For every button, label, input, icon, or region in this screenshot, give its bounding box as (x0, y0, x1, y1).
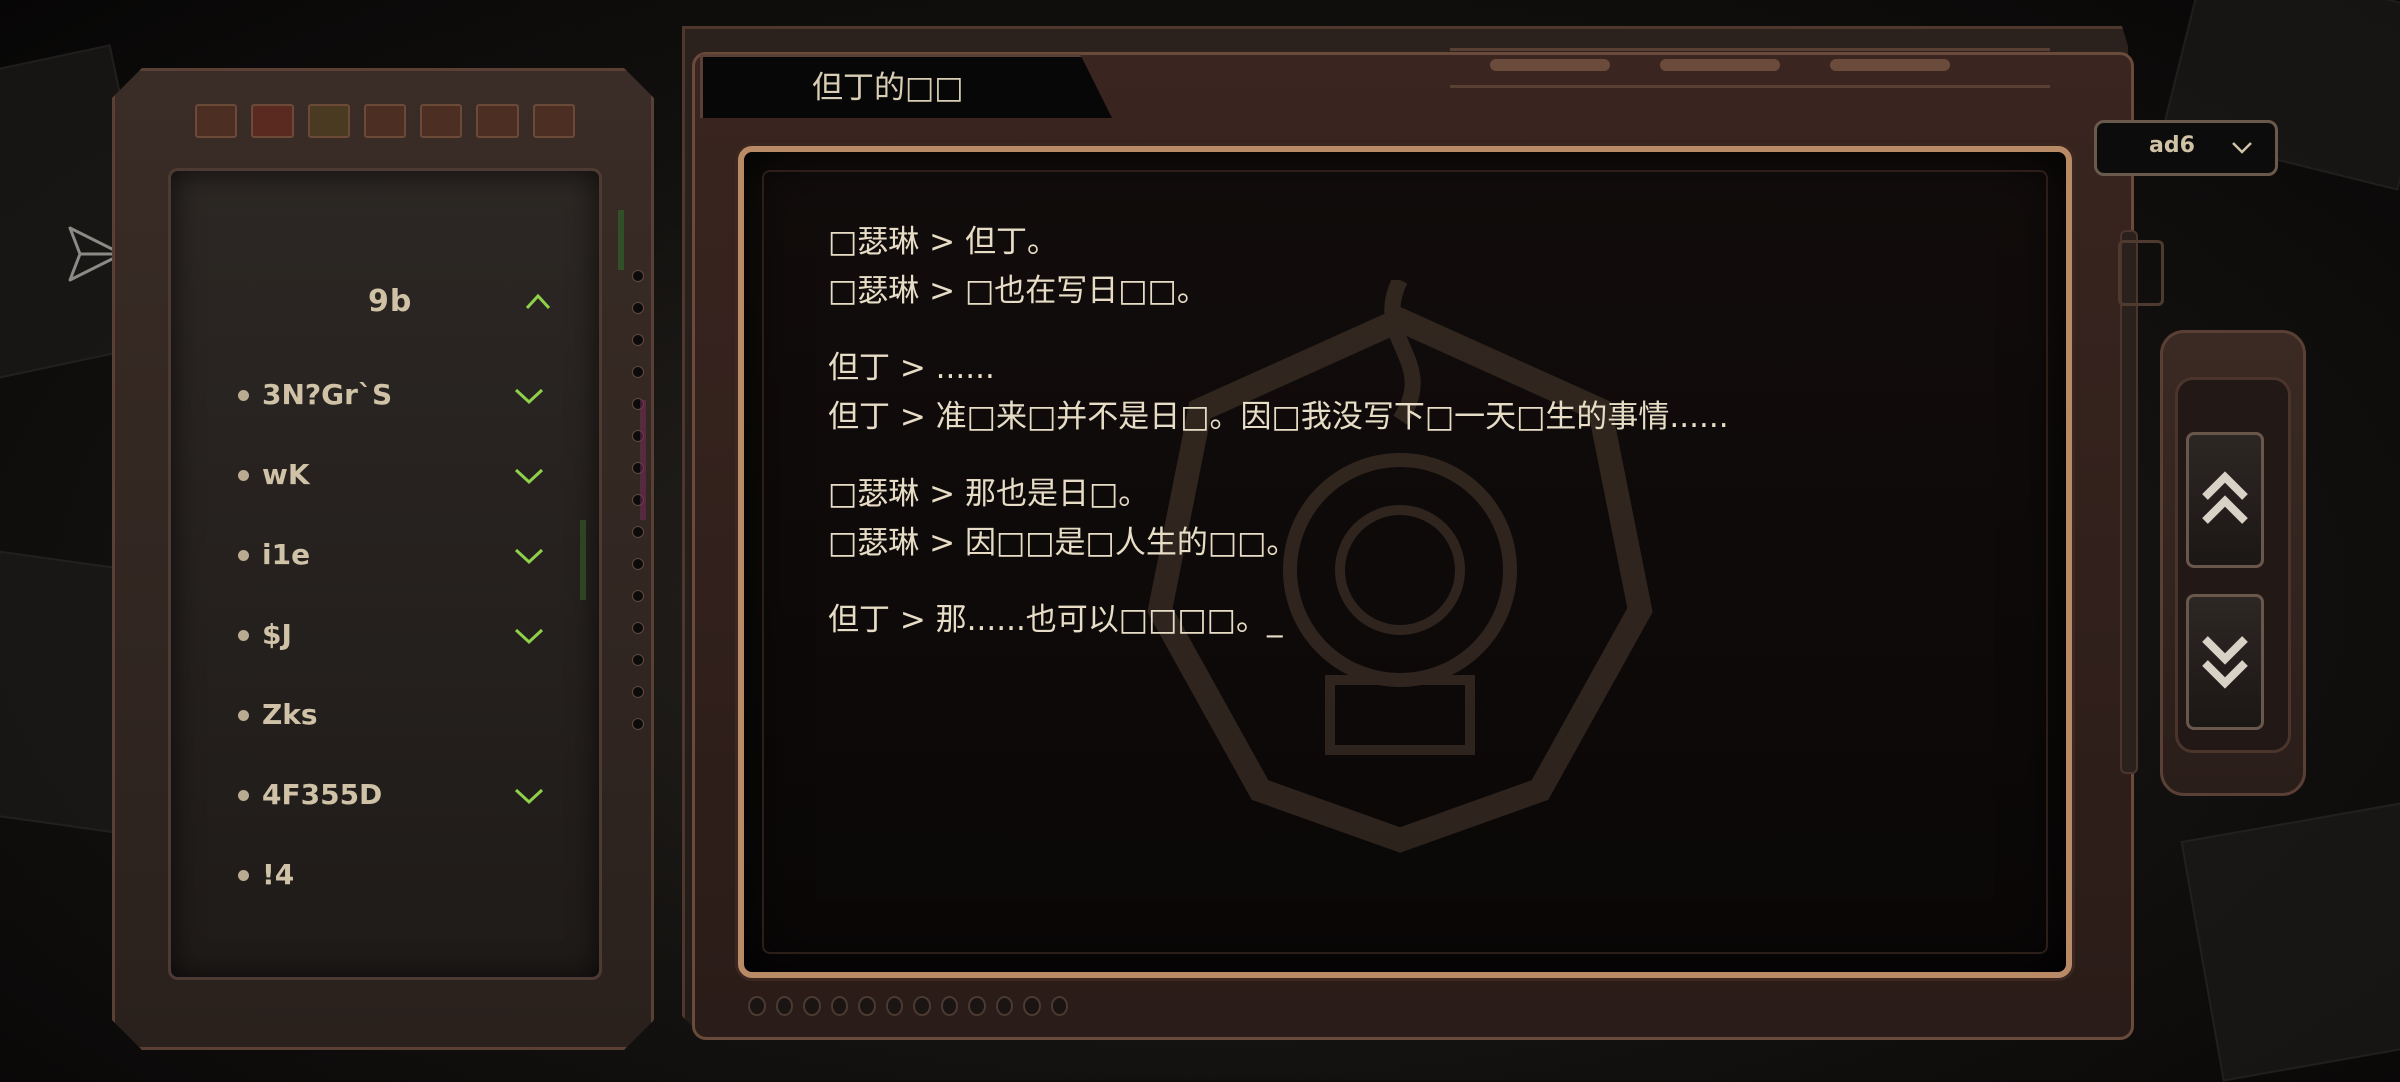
list-item-label: i1e (262, 538, 311, 571)
checkmark-icon (514, 468, 544, 485)
dialogue-text: □瑟琳 > 但丁。 □瑟琳 > □也在写日□□。 但丁 > ...... 但丁 … (828, 218, 1978, 645)
indicator-lights (195, 104, 575, 138)
dialogue-line: □瑟琳 > 那也是日□。 (828, 476, 1150, 512)
glitch-effect (580, 520, 586, 600)
bullet-icon (238, 550, 249, 561)
list-item-label: !4 (262, 858, 295, 891)
panel-rivets (632, 270, 644, 810)
list-item[interactable]: 3N?Gr`S (238, 372, 578, 422)
list-item[interactable]: $J (238, 612, 578, 662)
list-item[interactable]: i1e (238, 532, 578, 582)
checkmark-icon (514, 548, 544, 565)
bottom-rivets (748, 996, 1068, 1016)
scroll-down-button[interactable] (2186, 594, 2264, 730)
background-paper (2180, 802, 2400, 1082)
side-decoration (2118, 240, 2164, 306)
list-item-label: 4F355D (262, 778, 383, 811)
top-decoration (1450, 48, 2050, 88)
bullet-icon (238, 870, 249, 881)
list-item[interactable]: Zks (238, 692, 578, 742)
list-item[interactable]: !4 (238, 852, 578, 902)
list-item[interactable]: 4F355D (238, 772, 578, 822)
checkmark-icon (514, 788, 544, 805)
dialogue-line: 但丁 > 那......也可以□□□□。_ (828, 602, 1283, 638)
glitch-effect (640, 400, 646, 520)
bullet-icon (238, 630, 249, 641)
bullet-icon (238, 710, 249, 721)
dialogue-line: □瑟琳 > 但丁。 (828, 224, 1058, 260)
chapter-label: 9b (368, 284, 413, 319)
entry-selector-dropdown[interactable]: ad6 (2094, 120, 2278, 176)
chevron-up-icon[interactable] (524, 290, 552, 312)
checkmark-icon (514, 388, 544, 405)
bullet-icon (238, 470, 249, 481)
list-item-label: wK (262, 458, 310, 491)
side-pipe (2120, 230, 2138, 774)
chapter-header[interactable]: 9b (190, 278, 560, 328)
double-chevron-up-icon (2202, 471, 2248, 524)
list-item[interactable]: wK (238, 452, 578, 502)
checkmark-icon (514, 628, 544, 645)
bullet-icon (238, 790, 249, 801)
dialogue-line: □瑟琳 > □也在写日□□。 (828, 273, 1208, 309)
dropdown-value: ad6 (2149, 133, 2195, 158)
chevron-down-icon (2232, 142, 2252, 154)
list-item-label: Zks (262, 698, 318, 731)
dialogue-line: 但丁 > 准□来□并不是日□。因□我没写下□一天□生的事情...... (828, 399, 1729, 435)
window-title: 但丁的□□ (812, 70, 964, 106)
bullet-icon (238, 390, 249, 401)
dialogue-line: □瑟琳 > 因□□是□人生的□□。 (828, 525, 1298, 561)
dialogue-line: 但丁 > ...... (828, 350, 995, 386)
glitch-effect (618, 210, 624, 270)
scroll-up-button[interactable] (2186, 432, 2264, 568)
list-item-label: $J (262, 618, 292, 651)
list-item-label: 3N?Gr`S (262, 378, 393, 411)
double-chevron-down-icon (2202, 636, 2248, 689)
